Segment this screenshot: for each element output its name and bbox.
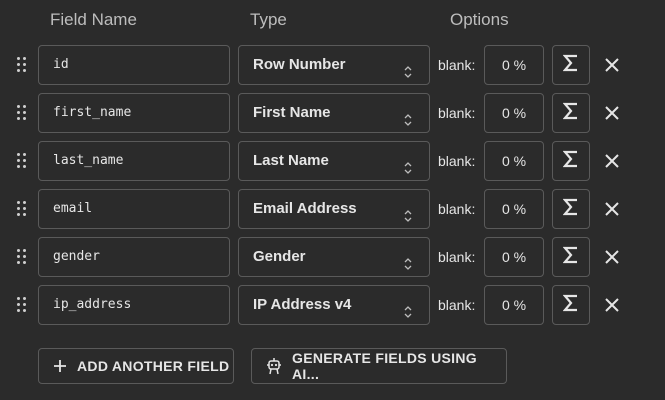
field-name-input[interactable]: email [38,189,230,229]
robot-icon [266,357,282,375]
updown-chevron-icon [403,105,413,126]
formula-button[interactable] [552,45,590,85]
field-row: email Email Address blank: 0 % [0,189,665,229]
drag-handle-icon[interactable] [16,200,28,218]
drag-handle-icon[interactable] [16,104,28,122]
field-row: ip_address IP Address v4 blank: 0 % [0,285,665,325]
sigma-icon [562,102,579,125]
field-row: gender Gender blank: 0 % [0,237,665,277]
formula-button[interactable] [552,285,590,325]
field-type-value: First Name [253,104,331,121]
formula-button[interactable] [552,141,590,181]
blank-percent-input[interactable]: 0 % [484,93,544,133]
add-another-field-button[interactable]: ADD ANOTHER FIELD [38,348,234,384]
blank-percent-input[interactable]: 0 % [484,141,544,181]
blank-label: blank: [438,297,476,313]
blank-percent-input[interactable]: 0 % [484,237,544,277]
updown-chevron-icon [403,153,413,174]
field-type-select[interactable]: Row Number [238,45,430,85]
field-name-input[interactable]: id [38,45,230,85]
sigma-icon [562,150,579,173]
blank-percent-input[interactable]: 0 % [484,285,544,325]
field-name-input[interactable]: last_name [38,141,230,181]
close-icon[interactable] [602,151,622,171]
blank-label: blank: [438,153,476,169]
updown-chevron-icon [403,297,413,318]
field-type-value: Gender [253,248,306,265]
field-row: last_name Last Name blank: 0 % [0,141,665,181]
blank-percent-input[interactable]: 0 % [484,45,544,85]
close-icon[interactable] [602,199,622,219]
field-type-select[interactable]: Email Address [238,189,430,229]
sigma-icon [562,54,579,77]
field-type-value: Row Number [253,56,346,73]
close-icon[interactable] [602,247,622,267]
field-type-value: Last Name [253,152,329,169]
generate-fields-ai-button[interactable]: GENERATE FIELDS USING AI... [251,348,507,384]
field-name-input[interactable]: first_name [38,93,230,133]
drag-handle-icon[interactable] [16,56,28,74]
header-options: Options [450,10,509,29]
formula-button[interactable] [552,93,590,133]
blank-percent-input[interactable]: 0 % [484,189,544,229]
field-type-select[interactable]: First Name [238,93,430,133]
generate-fields-ai-label: GENERATE FIELDS USING AI... [292,350,477,382]
blank-label: blank: [438,249,476,265]
updown-chevron-icon [403,249,413,270]
formula-button[interactable] [552,237,590,277]
field-row: id Row Number blank: 0 % [0,45,665,85]
close-icon[interactable] [602,103,622,123]
updown-chevron-icon [403,57,413,78]
close-icon[interactable] [602,295,622,315]
blank-label: blank: [438,201,476,217]
field-type-select[interactable]: Gender [238,237,430,277]
field-type-select[interactable]: Last Name [238,141,430,181]
field-type-value: Email Address [253,200,357,217]
field-name-input[interactable]: ip_address [38,285,230,325]
header-field-name: Field Name [50,10,137,29]
drag-handle-icon[interactable] [16,152,28,170]
sigma-icon [562,198,579,221]
blank-label: blank: [438,105,476,121]
field-type-select[interactable]: IP Address v4 [238,285,430,325]
sigma-icon [562,246,579,269]
add-another-field-label: ADD ANOTHER FIELD [77,358,230,374]
formula-button[interactable] [552,189,590,229]
field-type-value: IP Address v4 [253,296,352,313]
header-type: Type [250,10,287,29]
blank-label: blank: [438,57,476,73]
drag-handle-icon[interactable] [16,296,28,314]
field-name-input[interactable]: gender [38,237,230,277]
sigma-icon [562,294,579,317]
plus-icon [53,359,67,373]
updown-chevron-icon [403,201,413,222]
drag-handle-icon[interactable] [16,248,28,266]
field-row: first_name First Name blank: 0 % [0,93,665,133]
close-icon[interactable] [602,55,622,75]
